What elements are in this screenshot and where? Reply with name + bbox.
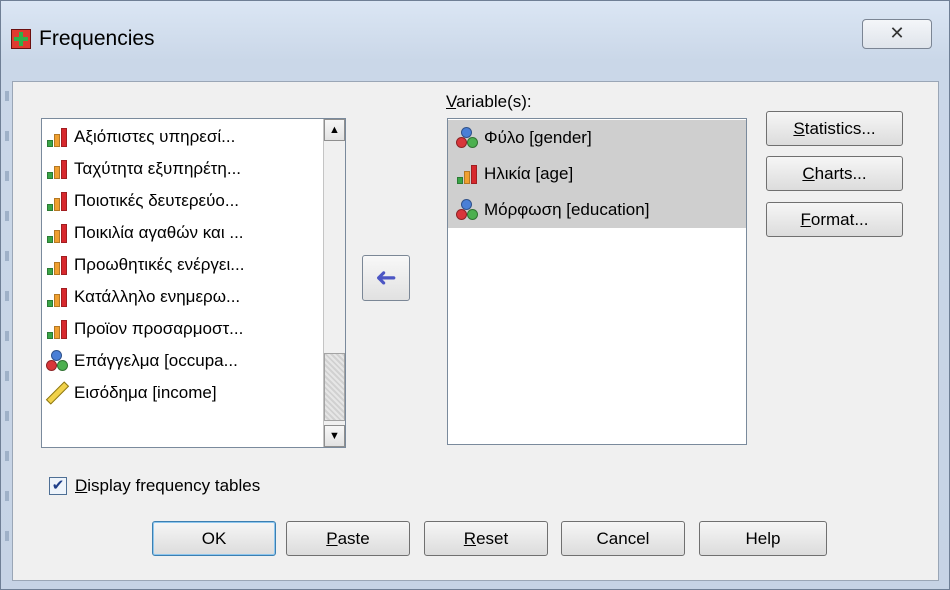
checkbox-label-rest: isplay frequency tables <box>87 476 261 495</box>
source-list-scrollbar[interactable]: ▲ ▼ <box>323 119 345 447</box>
title-bar-background <box>281 1 801 71</box>
ordinal-bar-icon <box>46 191 68 211</box>
variable-label: Κατάλληλο ενημερω... <box>74 286 241 306</box>
statistics-label: tatistics... <box>804 119 876 138</box>
variables-label-accel: V <box>446 92 457 111</box>
variable-label: Ηλικία [age] <box>484 164 574 183</box>
display-frequency-tables-checkbox[interactable]: ✔ <box>49 477 67 495</box>
variable-label: Ποικιλία αγαθών και ... <box>74 222 244 242</box>
cancel-button[interactable]: Cancel <box>561 521 685 556</box>
statistics-button[interactable]: Statistics... <box>766 111 903 146</box>
ordinal-bar-icon <box>46 287 68 307</box>
scroll-down-button[interactable]: ▼ <box>324 425 345 447</box>
display-frequency-tables-label: Display frequency tables <box>75 476 260 496</box>
spss-app-icon <box>11 29 31 49</box>
scroll-up-button[interactable]: ▲ <box>324 119 345 141</box>
source-variable-list[interactable]: Αξιόπιστες υπηρεσί... Ταχύτητα εξυπηρέτη… <box>41 118 346 448</box>
paste-accel: P <box>326 529 338 548</box>
charts-accel: C <box>802 164 815 183</box>
list-item[interactable]: Ποιοτικές δευτερεύο... <box>46 185 316 216</box>
charts-button[interactable]: Charts... <box>766 156 903 191</box>
ordinal-bar-icon <box>46 319 68 339</box>
variable-label: Προϊον προσαρμοστ... <box>74 318 244 338</box>
format-button[interactable]: Format... <box>766 202 903 237</box>
list-item[interactable]: Προωθητικές ενέργει... <box>46 249 316 280</box>
reset-button[interactable]: Reset <box>424 521 548 556</box>
display-frequency-tables-option[interactable]: ✔ Display frequency tables <box>49 476 260 496</box>
variable-label: Εισόδημα [income] <box>74 382 217 402</box>
help-button[interactable]: Help <box>699 521 827 556</box>
variable-label: Ποιοτικές δευτερεύο... <box>74 190 240 210</box>
paste-button[interactable]: Paste <box>286 521 410 556</box>
variables-label-rest: ariable(s): <box>456 92 532 111</box>
format-accel: F <box>800 210 811 229</box>
dialog-body: Αξιόπιστες υπηρεσί... Ταχύτητα εξυπηρέτη… <box>12 81 939 581</box>
ordinal-bar-icon <box>46 255 68 275</box>
close-button[interactable]: ✕ <box>862 19 932 49</box>
nominal-icon <box>456 127 478 149</box>
variable-label: Φύλο [gender] <box>484 128 592 147</box>
statistics-accel: S <box>793 119 805 138</box>
ordinal-bar-icon <box>46 159 68 179</box>
scale-ruler-icon <box>45 380 70 405</box>
selected-variable-item[interactable]: Μόρφωση [education] <box>448 192 746 228</box>
list-item[interactable]: Κατάλληλο ενημερω... <box>46 281 316 312</box>
scroll-thumb[interactable] <box>324 353 345 421</box>
ok-button[interactable]: OK <box>152 521 276 556</box>
variables-label: Variable(s): <box>446 92 532 112</box>
variable-label: Προωθητικές ενέργει... <box>74 254 245 274</box>
list-item[interactable]: Επάγγελμα [occupa... <box>46 345 316 376</box>
list-item[interactable]: Ποικιλία αγαθών και ... <box>46 217 316 248</box>
variable-label: Ταχύτητα εξυπηρέτη... <box>74 158 242 178</box>
variable-label: Μόρφωση [education] <box>484 200 650 219</box>
ordinal-bar-icon <box>46 223 68 243</box>
variable-label: Επάγγελμα [occupa... <box>74 350 238 370</box>
reset-accel: R <box>463 529 477 548</box>
ordinal-bar-icon <box>46 127 68 147</box>
variable-label: Αξιόπιστες υπηρεσί... <box>74 126 236 146</box>
move-variable-button[interactable]: ➜ <box>362 255 410 301</box>
background-edge <box>5 91 9 571</box>
window-title: Frequencies <box>39 27 155 50</box>
reset-label: eset <box>476 529 509 548</box>
checkbox-accel: D <box>75 476 88 495</box>
charts-label: harts... <box>814 164 867 183</box>
paste-label: aste <box>337 529 370 548</box>
format-label: ormat... <box>810 210 869 229</box>
ordinal-bar-icon <box>456 164 478 184</box>
frequencies-dialog: Frequencies ✕ Αξιόπιστες υπηρεσί... Ταχύ… <box>0 0 950 590</box>
list-item[interactable]: Ταχύτητα εξυπηρέτη... <box>46 153 316 184</box>
list-item[interactable]: Προϊον προσαρμοστ... <box>46 313 316 344</box>
selected-variable-item[interactable]: Ηλικία [age] <box>448 156 746 192</box>
selected-variable-item[interactable]: Φύλο [gender] <box>448 120 746 156</box>
list-item[interactable]: Αξιόπιστες υπηρεσί... <box>46 121 316 152</box>
list-item[interactable]: Εισόδημα [income] <box>45 377 316 408</box>
nominal-icon <box>46 349 68 372</box>
target-variable-list[interactable]: Φύλο [gender] Ηλικία [age] Μόρφωση [educ… <box>447 118 747 445</box>
nominal-icon <box>456 199 478 221</box>
title-bar[interactable]: Frequencies ✕ <box>1 1 949 71</box>
